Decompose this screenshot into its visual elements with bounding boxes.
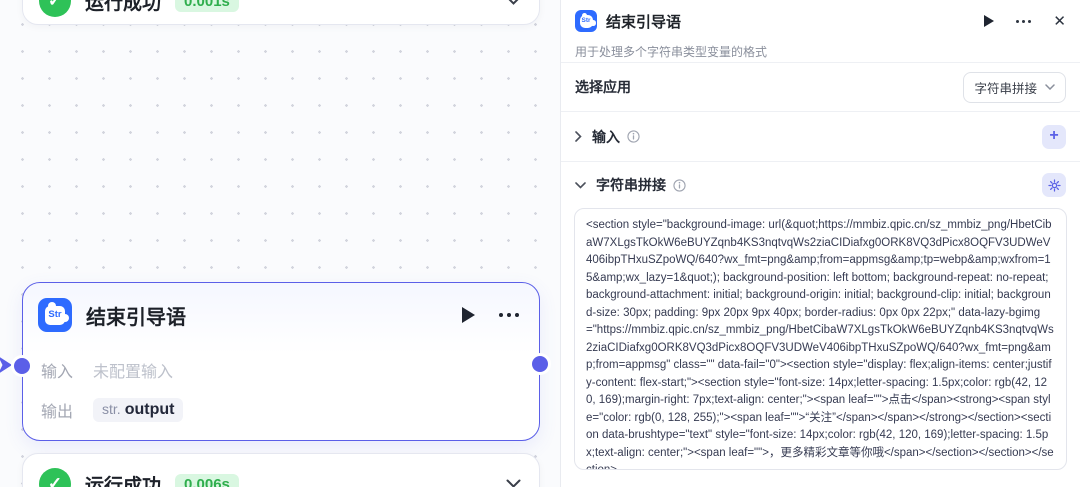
- node-card-selected[interactable]: Str 结束引导语 输入 未配置输入 输出 str. output: [14, 282, 548, 441]
- panel-title: 结束引导语: [606, 13, 682, 31]
- info-icon: [627, 130, 640, 143]
- output-type-tag: str.: [102, 401, 121, 417]
- input-empty-value: 未配置输入: [93, 364, 174, 381]
- node-title: 结束引导语: [86, 306, 186, 329]
- add-input-button[interactable]: +: [1042, 124, 1066, 149]
- panel-subtitle: 用于处理多个字符串类型变量的格式: [575, 45, 768, 59]
- duration-badge: 0.001s: [175, 0, 239, 12]
- more-menu-icon[interactable]: [1016, 19, 1032, 23]
- output-variable-name: output: [124, 401, 175, 418]
- info-icon: [673, 178, 686, 192]
- node-card-bottom-status[interactable]: ✓ 运行成功 0.006s: [22, 453, 540, 487]
- node-card-top-status[interactable]: ✓ 运行成功 0.001s: [22, 0, 540, 25]
- concat-section-label: 字符串拼接: [596, 177, 666, 193]
- gear-icon: [1047, 178, 1061, 192]
- input-section-label: 输入: [592, 128, 620, 145]
- output-port[interactable]: [532, 356, 548, 372]
- app-select-row: 选择应用 字符串拼接: [561, 63, 1080, 111]
- app-select-label: 选择应用: [575, 79, 631, 95]
- chevron-down-icon[interactable]: [506, 0, 521, 6]
- duration-badge: 0.006s: [175, 473, 239, 487]
- node-config-panel: Str 结束引导语 ✕ 用于处理多个字符串类型变量的格式 选择应用 字符串拼接 …: [560, 0, 1080, 487]
- chevron-down-icon[interactable]: [575, 181, 586, 189]
- input-section-row[interactable]: 输入 +: [561, 112, 1080, 161]
- concat-section-row[interactable]: 字符串拼接: [561, 162, 1080, 208]
- string-app-icon: Str: [38, 298, 72, 332]
- edge-arrow-icon: [0, 357, 12, 373]
- input-label: 输入: [41, 364, 74, 381]
- success-check-icon: ✓: [39, 468, 71, 487]
- close-panel-button[interactable]: ✕: [1053, 14, 1066, 29]
- chevron-down-icon: [1045, 84, 1055, 90]
- chevron-down-icon[interactable]: [506, 479, 521, 487]
- output-label: 输出: [41, 404, 74, 421]
- run-node-button[interactable]: [462, 307, 475, 323]
- panel-header: Str 结束引导语 ✕ 用于处理多个字符串类型变量的格式: [561, 0, 1080, 62]
- output-variable-badge[interactable]: str. output: [93, 398, 184, 422]
- success-check-icon: ✓: [39, 0, 71, 17]
- chevron-right-icon[interactable]: [575, 131, 582, 142]
- app-select-value: 字符串拼接: [974, 81, 1037, 96]
- workflow-canvas[interactable]: ✓ 运行成功 0.001s Str 结束引导语 输入 未配置输入 输出 str.…: [0, 0, 560, 487]
- run-node-button[interactable]: [984, 15, 995, 27]
- concat-text-input[interactable]: <section style="background-image: url(&q…: [574, 208, 1067, 470]
- input-port[interactable]: [14, 358, 30, 374]
- concat-settings-button[interactable]: [1042, 173, 1066, 197]
- app-select-dropdown[interactable]: 字符串拼接: [963, 71, 1066, 103]
- run-status-text: 运行成功: [85, 0, 162, 14]
- more-menu-icon[interactable]: [499, 313, 519, 317]
- run-status-text: 运行成功: [85, 475, 162, 487]
- string-app-icon: Str: [575, 10, 597, 32]
